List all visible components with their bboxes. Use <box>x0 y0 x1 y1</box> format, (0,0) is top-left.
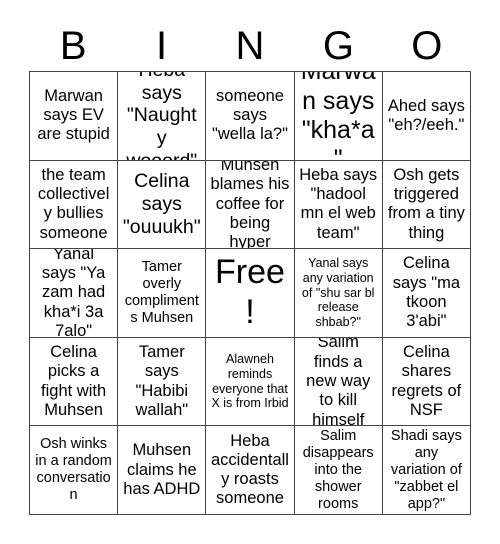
bingo-cell-text: Yanal says "Ya zam had kha*i 3a 7alo" <box>41 249 106 338</box>
bingo-cell[interactable]: Yanal says "Ya zam had kha*i 3a 7alo" <box>30 249 119 338</box>
bingo-cell-text: Salim finds a new way to kill himself <box>306 337 371 427</box>
bingo-card: B I N G O Marwan says EV are stupid Heba … <box>0 0 500 544</box>
bingo-header-row: B I N G O <box>29 20 471 71</box>
bingo-cell[interactable]: Shadi says any variation of "zabbet el a… <box>382 426 471 515</box>
bingo-cell[interactable]: Marwan says EV are stupid <box>30 72 119 161</box>
bingo-cell[interactable]: Heba accidentally roasts someone <box>206 426 295 515</box>
bingo-cell[interactable]: Celina says "ma tkoon 3'abi" <box>382 249 471 338</box>
bingo-cell[interactable]: Tamer says "Habibi wallah" <box>118 337 207 427</box>
bingo-free-space-cell[interactable]: Free! <box>206 249 295 338</box>
bingo-cell-text: Muhsen claims he has ADHD <box>123 441 201 498</box>
bingo-grid: Marwan says EV are stupid Heba says "Naug… <box>29 71 471 515</box>
bingo-cell[interactable]: someone says "wella la?" <box>206 72 295 161</box>
bingo-cell[interactable]: Celina shares regrets of NSF <box>382 337 471 427</box>
bingo-cell-text: Salim disappears into the shower rooms <box>302 427 374 512</box>
bingo-cell-text: Osh gets triggered from a tiny thing <box>387 165 465 242</box>
bingo-cell[interactable]: Heba says "hadool mn el web team" <box>294 160 383 250</box>
bingo-cell-text: the team collectively bullies someone <box>37 165 110 242</box>
bingo-cell[interactable]: Osh winks in a random conversation <box>30 426 119 515</box>
bingo-cell[interactable]: Osh gets triggered from a tiny thing <box>382 160 471 250</box>
bingo-header-letter-g: G <box>322 23 354 68</box>
bingo-cell-text: Celina says "ma tkoon 3'abi" <box>392 254 461 331</box>
bingo-cell-text: Heba says "hadool mn el web team" <box>299 165 378 242</box>
bingo-cell[interactable]: Heba says "Naughty wooord" <box>118 72 207 161</box>
bingo-cell-text: Heba says "Naughty wooord" <box>126 72 197 160</box>
bingo-cell-text: Celina picks a fight with Muhsen <box>41 343 107 419</box>
bingo-cell[interactable]: Muhsen blames his coffee for being hyper <box>206 160 295 250</box>
bingo-cell[interactable]: Salim disappears into the shower rooms <box>294 426 383 515</box>
bingo-cell[interactable]: the team collectively bullies someone <box>30 160 119 250</box>
bingo-cell-text: Shadi says any variation of "zabbet el a… <box>390 427 462 512</box>
bingo-cell-text: Alawneh reminds everyone that X is from … <box>211 352 289 411</box>
bingo-cell-text: Yanal says any variation of "shu sar bl … <box>301 256 375 329</box>
bingo-cell-text: Heba accidentally roasts someone <box>211 431 289 508</box>
bingo-cell-text: Marwan says "kha*a" <box>301 72 376 161</box>
bingo-header-letter-b: B <box>59 23 87 68</box>
bingo-header-letter-o: O <box>411 23 443 68</box>
bingo-free-space-label: Free! <box>215 253 285 331</box>
bingo-cell-text: someone says "wella la?" <box>212 86 288 144</box>
bingo-cell-text: Celina shares regrets of NSF <box>391 343 462 419</box>
bingo-cell[interactable]: Ahed says "eh?/eeh." <box>382 72 471 161</box>
bingo-cell[interactable]: Yanal says any variation of "shu sar bl … <box>294 249 383 338</box>
bingo-cell[interactable]: Muhsen claims he has ADHD <box>118 426 207 515</box>
bingo-cell-text: Osh winks in a random conversation <box>35 436 112 504</box>
bingo-header-letter-n: N <box>235 23 265 68</box>
bingo-cell-text: Tamer overly compliments Muhsen <box>124 259 199 326</box>
bingo-cell[interactable]: Tamer overly compliments Muhsen <box>118 249 207 338</box>
bingo-cell-text: Celina says "ouuukh" <box>122 170 201 238</box>
bingo-cell[interactable]: Marwan says "kha*a" <box>294 72 383 161</box>
bingo-cell-text: Muhsen blames his coffee for being hyper <box>210 160 290 250</box>
bingo-cell[interactable]: Salim finds a new way to kill himself <box>294 337 383 427</box>
bingo-header-letter-i: I <box>156 23 168 68</box>
bingo-cell[interactable]: Celina picks a fight with Muhsen <box>30 337 119 427</box>
bingo-cell-text: Ahed says "eh?/eeh." <box>387 96 465 134</box>
bingo-cell[interactable]: Celina says "ouuukh" <box>118 160 207 250</box>
bingo-cell[interactable]: Alawneh reminds everyone that X is from … <box>206 337 295 427</box>
bingo-cell-text: Tamer says "Habibi wallah" <box>135 343 189 419</box>
bingo-cell-text: Marwan says EV are stupid <box>37 86 110 144</box>
